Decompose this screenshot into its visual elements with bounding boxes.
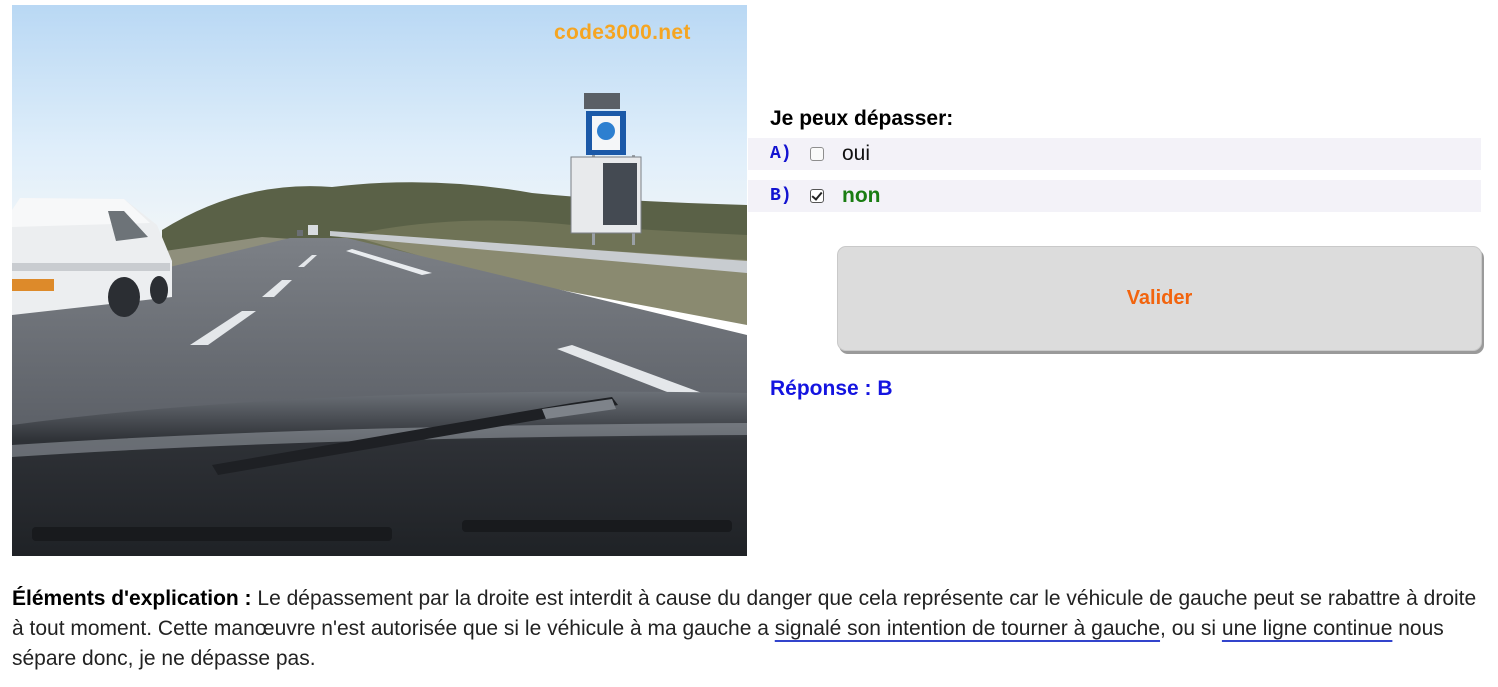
option-a[interactable]: A) oui <box>748 138 1481 170</box>
option-b[interactable]: B) non <box>748 180 1481 212</box>
option-letter: B) <box>770 186 792 206</box>
option-a-checkbox[interactable] <box>810 147 824 161</box>
explanation-link-continuous-line[interactable]: une ligne continue <box>1222 617 1392 640</box>
site-watermark: code3000.net <box>554 21 691 44</box>
option-b-checkbox[interactable] <box>810 189 824 203</box>
explanation-paragraph: Éléments d'explication : Le dépassement … <box>12 584 1482 674</box>
validate-button[interactable]: Valider <box>837 246 1482 351</box>
explanation-text: , ou si <box>1160 617 1222 640</box>
question-photo: code3000.net <box>12 5 747 556</box>
road-scene-image <box>12 5 747 556</box>
explanation-label: Éléments d'explication : <box>12 587 252 610</box>
answer-text: Réponse : B <box>770 377 893 400</box>
question-title: Je peux dépasser: <box>770 107 954 130</box>
option-letter: A) <box>770 144 792 164</box>
option-label: oui <box>842 142 871 165</box>
explanation-link-signal[interactable]: signalé son intention de tourner à gauch… <box>775 617 1160 640</box>
option-label: non <box>842 184 881 207</box>
